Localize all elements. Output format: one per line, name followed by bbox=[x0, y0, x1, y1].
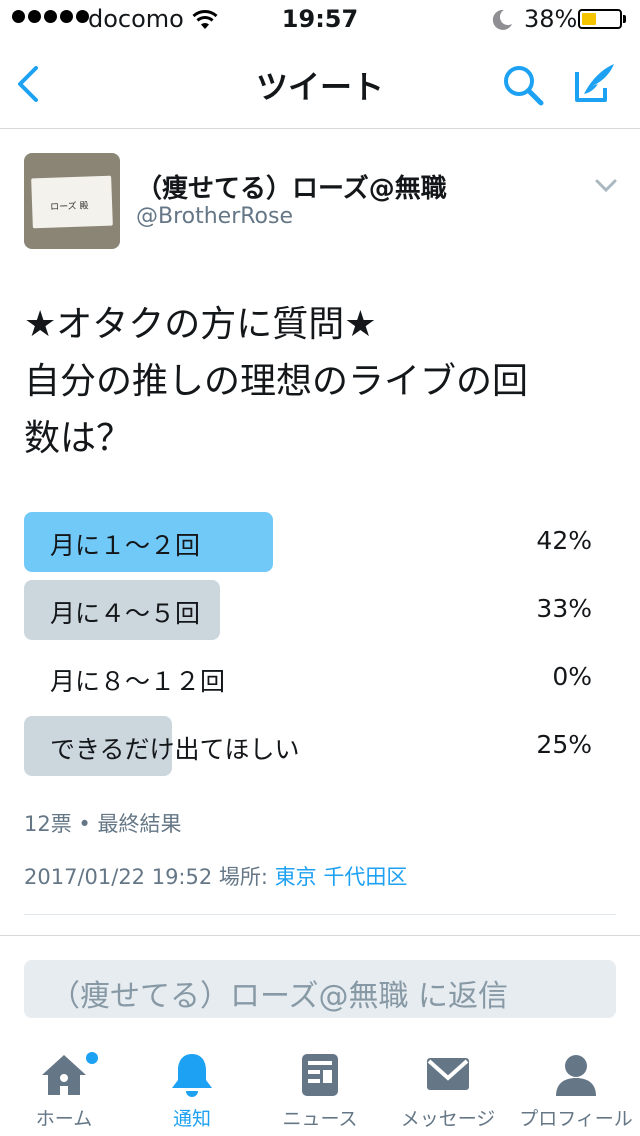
poll-option-percent: 33% bbox=[536, 594, 592, 623]
tab-label: ニュース bbox=[282, 1108, 358, 1130]
battery-nub bbox=[623, 15, 626, 23]
poll-option: できるだけ出てほしい 25% bbox=[24, 716, 616, 776]
compose-tweet-button[interactable] bbox=[572, 60, 618, 110]
tab-news[interactable]: ニュース bbox=[256, 1040, 384, 1136]
poll-option-label: 月に１〜２回 bbox=[50, 531, 201, 560]
divider bbox=[0, 935, 640, 936]
tweet-timestamp: 2017/01/22 19:52 場所: 東京 千代田区 bbox=[24, 861, 407, 891]
poll-option-label: 月に８〜１２回 bbox=[50, 667, 226, 696]
search-icon bbox=[504, 66, 544, 106]
compose-icon bbox=[575, 64, 614, 102]
navigation-bar: ツイート bbox=[0, 40, 640, 129]
poll-option-label: 月に４〜５回 bbox=[50, 599, 201, 628]
poll-option: 月に８〜１２回 0% bbox=[24, 648, 616, 708]
tab-label: 通知 bbox=[172, 1108, 211, 1130]
person-icon bbox=[556, 1055, 596, 1096]
location-link[interactable]: 東京 千代田区 bbox=[275, 865, 408, 889]
notification-dot bbox=[86, 1052, 98, 1064]
poll-vote-count: 12票 bbox=[24, 812, 72, 836]
poll-option: 月に４〜５回 33% bbox=[24, 580, 616, 640]
poll-option-percent: 42% bbox=[536, 526, 592, 555]
status-bar: docomo 19:57 38% bbox=[0, 0, 640, 40]
tweet-options-button[interactable] bbox=[594, 176, 618, 198]
avatar[interactable]: ローズ 殿 bbox=[24, 153, 120, 249]
envelope-icon bbox=[427, 1058, 469, 1090]
poll-status: 最終結果 bbox=[97, 812, 182, 836]
tab-home[interactable]: ホーム bbox=[0, 1040, 128, 1136]
chevron-down-icon bbox=[595, 179, 617, 193]
separator-dot: • bbox=[78, 812, 91, 836]
user-handle[interactable]: @BrotherRose bbox=[136, 204, 293, 229]
divider bbox=[24, 914, 616, 915]
location-label: 場所: bbox=[218, 865, 268, 889]
tab-bar: ホーム 通知 ニュース メッセージ プロフィール bbox=[0, 1040, 640, 1136]
poll-option-label: できるだけ出てほしい bbox=[50, 735, 300, 764]
poll-meta: 12票 • 最終結果 bbox=[24, 808, 182, 838]
reply-input[interactable]: （痩せてる）ローズ@無職 に返信 bbox=[24, 960, 616, 1018]
bell-icon bbox=[172, 1054, 212, 1097]
display-name[interactable]: （痩せてる）ローズ@無職 bbox=[136, 168, 447, 205]
poll-option-percent: 25% bbox=[536, 730, 592, 759]
avatar-card-text: ローズ 殿 bbox=[50, 201, 89, 213]
tab-profile[interactable]: プロフィール bbox=[512, 1040, 640, 1136]
tweet-text: ★オタクの方に質問★ 自分の推しの理想のライブの回 数は？ bbox=[24, 304, 529, 459]
tab-label: ホーム bbox=[35, 1108, 93, 1130]
tab-label: プロフィール bbox=[519, 1108, 633, 1130]
tweet-datetime: 2017/01/22 19:52 bbox=[24, 865, 213, 889]
battery-icon bbox=[578, 9, 622, 29]
avatar-card-image: ローズ 殿 bbox=[31, 175, 113, 229]
tab-messages[interactable]: メッセージ bbox=[384, 1040, 512, 1136]
do-not-disturb-icon bbox=[490, 8, 514, 36]
poll-option-percent: 0% bbox=[552, 662, 592, 691]
search-button[interactable] bbox=[500, 62, 546, 112]
news-icon bbox=[302, 1054, 338, 1096]
home-icon bbox=[42, 1055, 86, 1095]
tab-label: メッセージ bbox=[400, 1108, 496, 1130]
poll-option: 月に１〜２回 42% bbox=[24, 512, 616, 572]
reply-placeholder: （痩せてる）ローズ@無職 に返信 bbox=[50, 979, 509, 1014]
battery-percent: 38% bbox=[524, 5, 578, 33]
tab-notifications[interactable]: 通知 bbox=[128, 1040, 256, 1136]
